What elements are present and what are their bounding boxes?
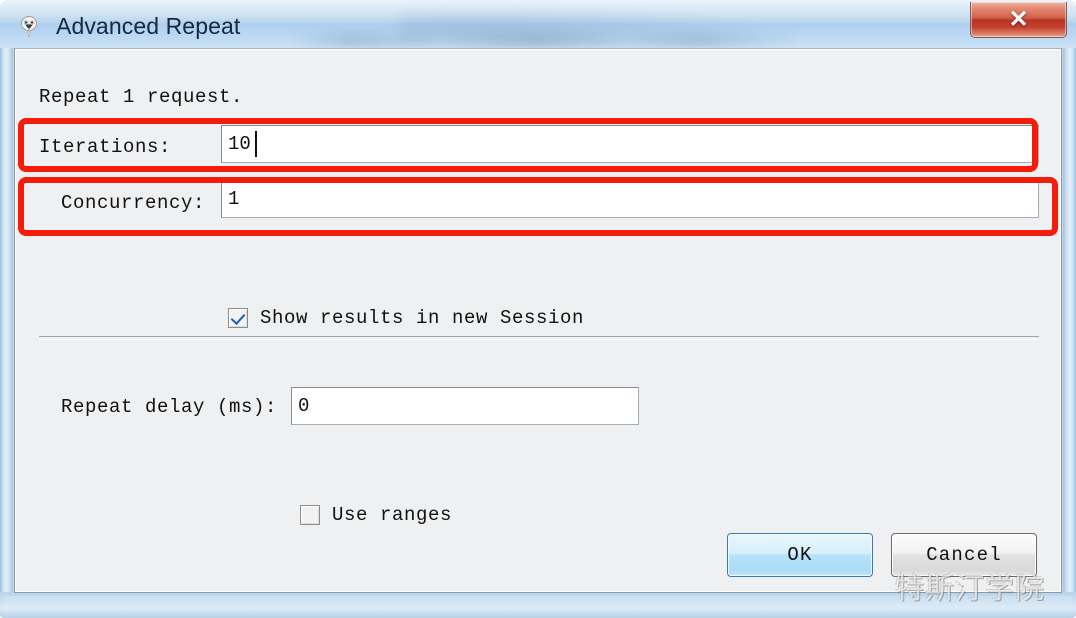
iterations-text-caret <box>255 131 257 157</box>
repeat-summary-text: Repeat 1 request. <box>39 86 244 108</box>
dialog-client-area: Repeat 1 request. Iterations: Concurrenc… <box>14 48 1062 593</box>
window-frame-right-edge <box>1063 0 1076 618</box>
window-frame-bottom-sheen <box>4 596 1072 615</box>
show-results-checkbox-row[interactable]: Show results in new Session <box>228 307 584 329</box>
close-button[interactable]: ✕ <box>970 2 1067 38</box>
show-results-checkbox-label: Show results in new Session <box>260 307 585 329</box>
checkbox-checked-icon[interactable] <box>228 308 248 328</box>
use-ranges-checkbox-row[interactable]: Use ranges <box>300 504 452 526</box>
iterations-input[interactable] <box>221 125 1039 163</box>
cancel-button[interactable]: Cancel <box>891 533 1037 577</box>
iterations-label: Iterations: <box>39 136 172 158</box>
close-icon: ✕ <box>1008 5 1029 33</box>
fiddler-app-icon <box>21 16 37 38</box>
title-bar-blur-artifact-2 <box>290 32 800 48</box>
dialog-window: Advanced Repeat ✕ Repeat 1 request. Iter… <box>0 0 1076 618</box>
repeat-delay-label: Repeat delay (ms): <box>61 396 278 418</box>
use-ranges-checkbox-label: Use ranges <box>332 504 453 526</box>
title-bar[interactable]: Advanced Repeat ✕ <box>0 0 1076 48</box>
concurrency-label: Concurrency: <box>61 192 206 214</box>
section-separator <box>39 336 1039 340</box>
repeat-delay-input[interactable] <box>291 387 639 425</box>
ok-button[interactable]: OK <box>727 533 873 577</box>
concurrency-input[interactable] <box>221 180 1039 218</box>
checkbox-unchecked-icon[interactable] <box>300 505 320 525</box>
window-frame-left-edge <box>0 0 13 618</box>
window-title: Advanced Repeat <box>56 13 241 39</box>
window-frame-bottom-edge <box>0 592 1076 618</box>
